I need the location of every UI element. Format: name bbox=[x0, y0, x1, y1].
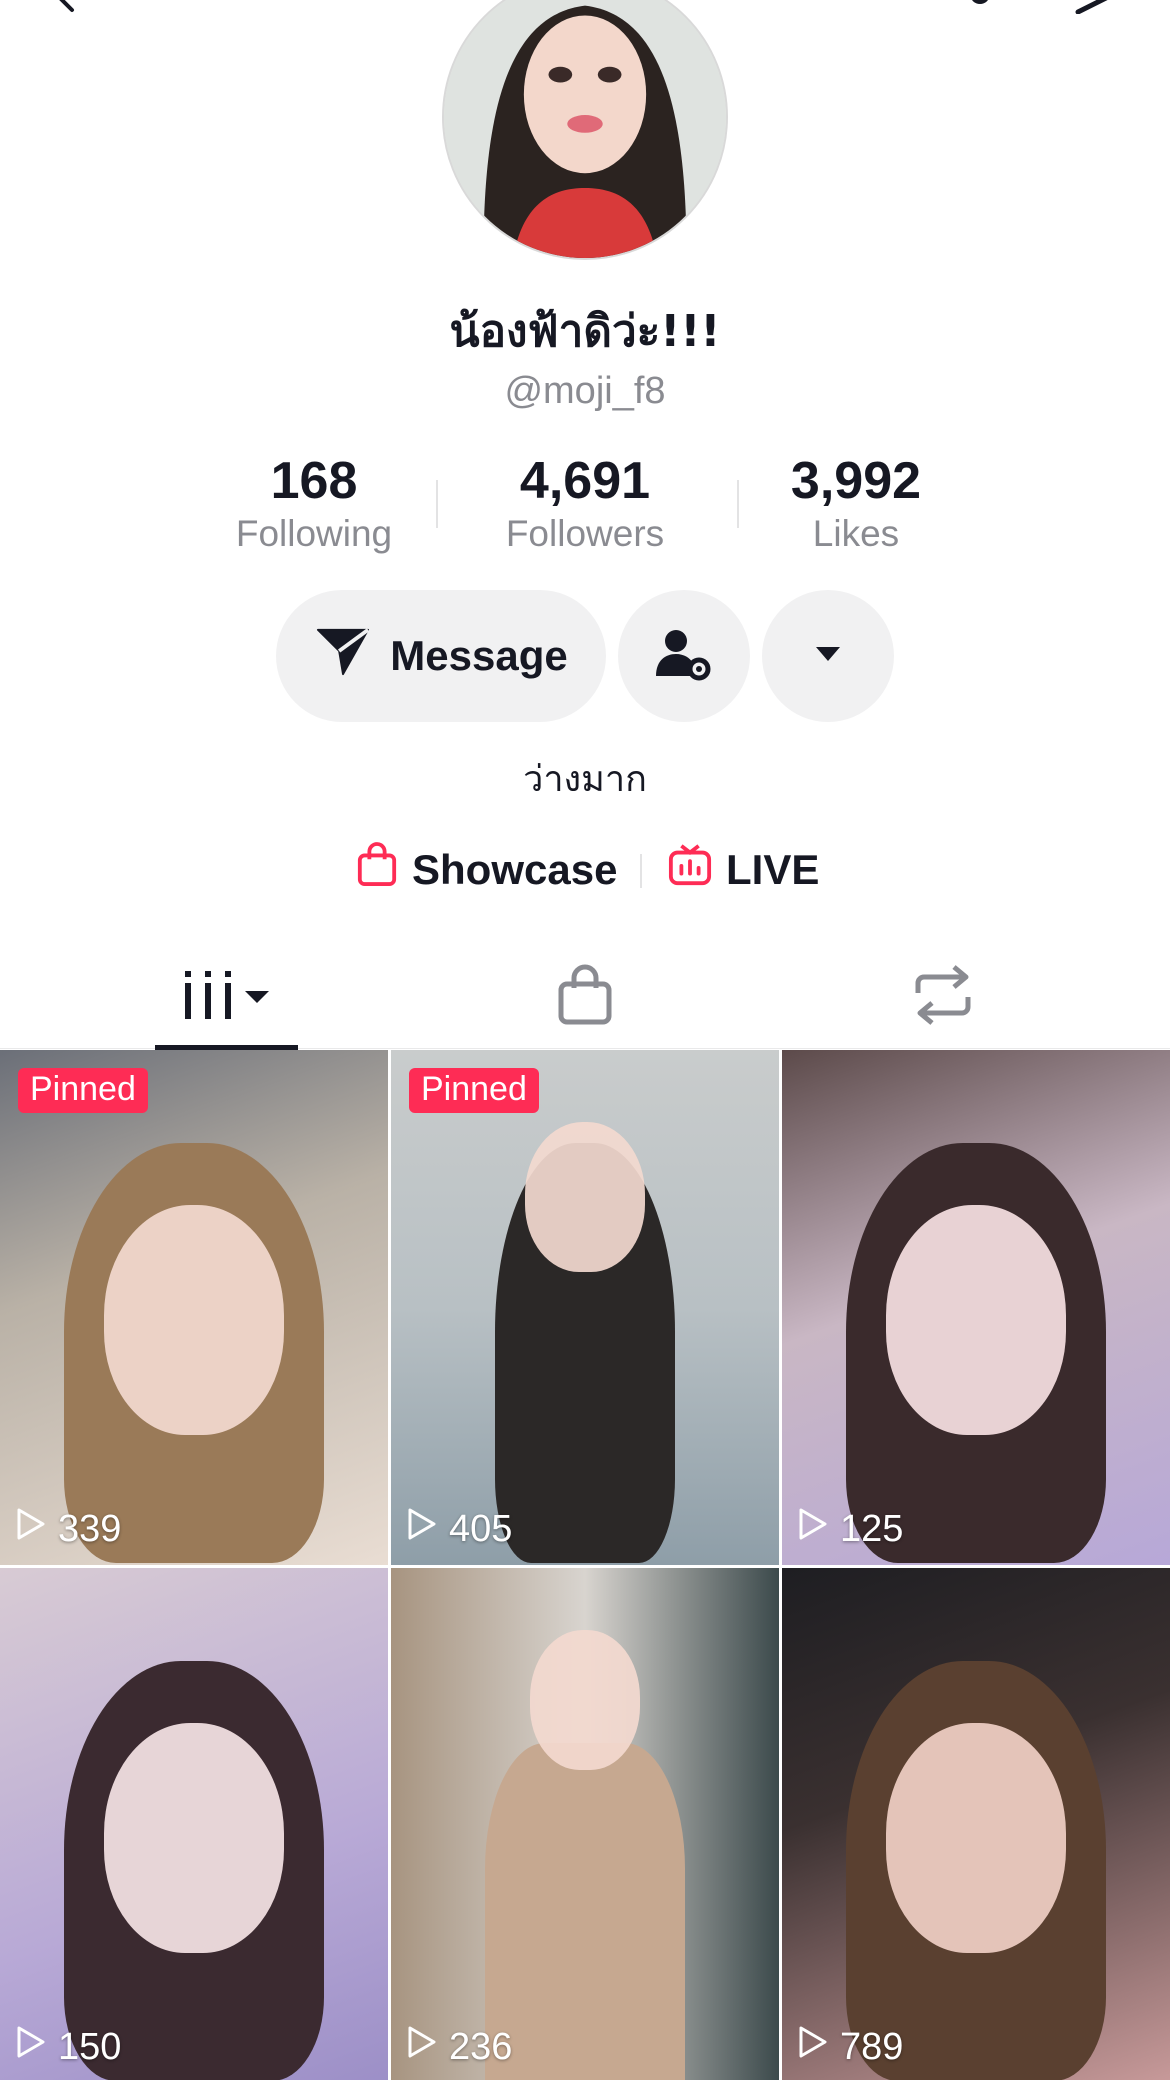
video-tile[interactable]: 125 bbox=[782, 1050, 1170, 1565]
follow-settings-button[interactable] bbox=[618, 590, 750, 722]
play-icon bbox=[407, 2025, 437, 2069]
live-link[interactable]: LIVE bbox=[668, 840, 819, 900]
shopping-bag-icon bbox=[356, 842, 398, 898]
video-tile[interactable]: Pinned 339 bbox=[0, 1050, 388, 1565]
video-tile[interactable]: 150 bbox=[0, 1568, 388, 2080]
stat-likes[interactable]: 3,992 Likes bbox=[726, 450, 986, 556]
video-tile[interactable]: 789 bbox=[782, 1568, 1170, 2080]
profile-links: Showcase LIVE bbox=[0, 840, 1170, 900]
avatar[interactable] bbox=[442, 0, 728, 260]
bio: ว่างมาก bbox=[523, 759, 647, 800]
grid-sort-icon bbox=[179, 967, 275, 1028]
message-button[interactable]: Message bbox=[276, 590, 606, 722]
tab-reposts[interactable] bbox=[888, 945, 998, 1049]
caret-down-icon bbox=[814, 645, 842, 668]
view-count-value: 405 bbox=[449, 1507, 513, 1550]
stat-label: Followers bbox=[505, 513, 665, 554]
stat-label: Following bbox=[235, 513, 393, 554]
view-count: 405 bbox=[407, 1507, 512, 1551]
stat-value: 4,691 bbox=[519, 452, 651, 510]
live-label: LIVE bbox=[726, 846, 820, 893]
play-icon bbox=[16, 2025, 46, 2069]
username: @moji_f8 bbox=[504, 370, 666, 412]
showcase-label: Showcase bbox=[412, 846, 618, 893]
content-tabs bbox=[0, 945, 1170, 1050]
tab-shop[interactable] bbox=[530, 945, 640, 1049]
view-count: 150 bbox=[16, 2025, 121, 2069]
links-divider bbox=[640, 854, 642, 888]
video-grid: Pinned 339 Pinned 405 125 150 236 789 bbox=[0, 1050, 1170, 2080]
showcase-link[interactable]: Showcase bbox=[356, 840, 617, 900]
view-count-value: 150 bbox=[58, 2025, 122, 2068]
stat-divider bbox=[436, 480, 438, 528]
stat-value: 168 bbox=[270, 452, 358, 510]
more-options-button[interactable] bbox=[762, 590, 894, 722]
user-settings-icon bbox=[654, 624, 714, 689]
back-icon[interactable] bbox=[48, 0, 84, 14]
video-tile[interactable]: Pinned 405 bbox=[391, 1050, 779, 1565]
play-icon bbox=[798, 2025, 828, 2069]
video-tile[interactable]: 236 bbox=[391, 1568, 779, 2080]
notification-icon bbox=[972, 0, 988, 4]
share-icon bbox=[1075, 0, 1108, 15]
repost-icon bbox=[910, 964, 976, 1030]
stat-following[interactable]: 168 Following bbox=[184, 450, 444, 556]
send-icon bbox=[314, 624, 372, 688]
view-count-value: 339 bbox=[58, 1507, 122, 1550]
view-count-value: 236 bbox=[449, 2025, 513, 2068]
stat-label: Likes bbox=[812, 513, 900, 554]
pinned-badge: Pinned bbox=[18, 1068, 148, 1113]
stat-followers[interactable]: 4,691 Followers bbox=[455, 450, 715, 556]
view-count: 236 bbox=[407, 2025, 512, 2069]
play-icon bbox=[798, 1507, 828, 1551]
view-count: 789 bbox=[798, 2025, 903, 2069]
live-tv-icon bbox=[668, 843, 712, 897]
view-count: 125 bbox=[798, 1507, 903, 1551]
shopping-bag-outline-icon bbox=[557, 964, 613, 1031]
pinned-badge: Pinned bbox=[409, 1068, 539, 1113]
tab-videos[interactable] bbox=[155, 945, 298, 1049]
play-icon bbox=[407, 1507, 437, 1551]
profile-stats: 168 Following 4,691 Followers 3,992 Like… bbox=[160, 450, 1010, 560]
top-right-icons[interactable] bbox=[938, 0, 1118, 15]
message-label: Message bbox=[390, 632, 568, 679]
display-name: น้องฟ้าดิว่ะ!!! bbox=[449, 306, 721, 357]
stat-value: 3,992 bbox=[790, 452, 922, 510]
view-count-value: 789 bbox=[840, 2025, 904, 2068]
play-icon bbox=[16, 1507, 46, 1551]
view-count: 339 bbox=[16, 1507, 121, 1551]
view-count-value: 125 bbox=[840, 1507, 904, 1550]
